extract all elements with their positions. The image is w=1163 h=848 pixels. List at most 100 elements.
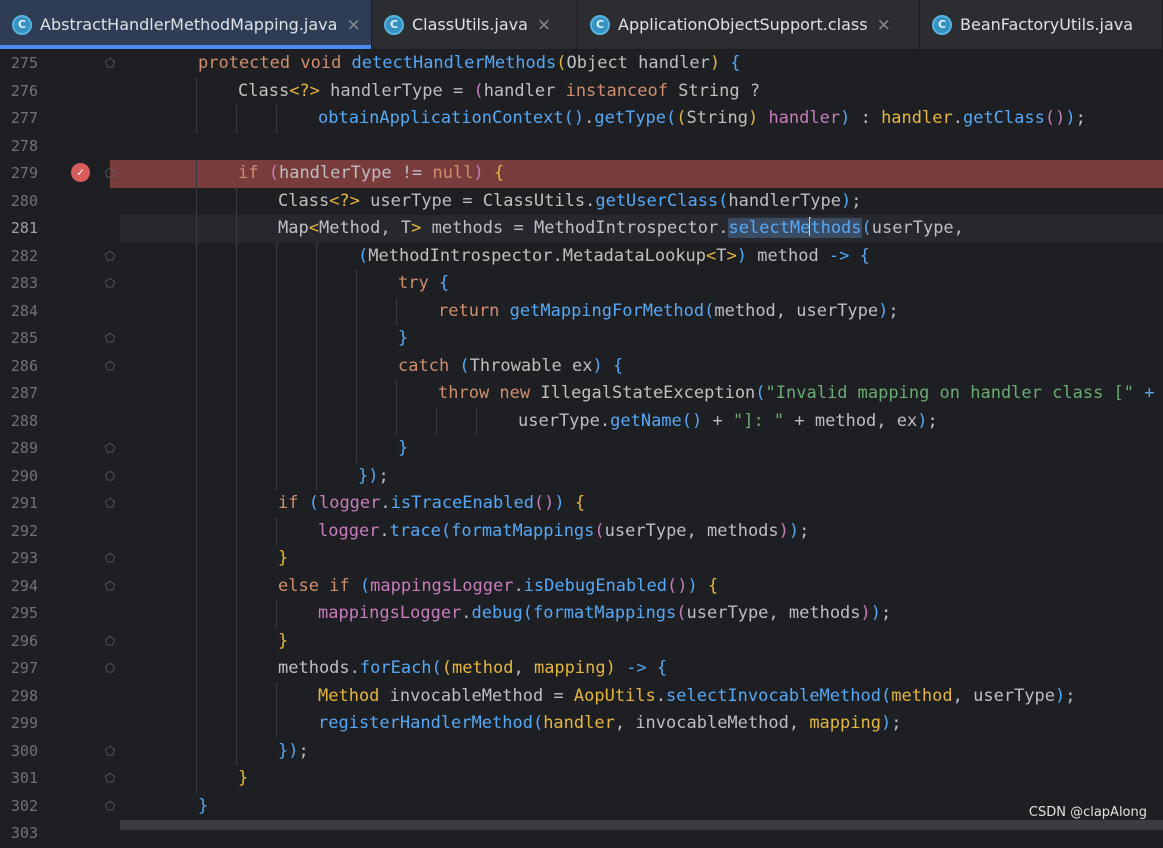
code-line-content[interactable]: } — [120, 627, 1163, 655]
gutter-cell[interactable]: 279 ✓ ⬠ — [0, 160, 120, 188]
horizontal-scrollbar[interactable] — [120, 820, 1163, 830]
gutter-cell[interactable]: 285 ⬠ — [0, 325, 120, 353]
code-line-content[interactable]: obtainApplicationContext().getType((Stri… — [120, 105, 1163, 133]
code-line[interactable]: 280 Class<?> userType = ClassUtils.getUse… — [0, 187, 1163, 216]
code-line[interactable]: 279 ✓ ⬠ if (handlerType != null) { — [0, 160, 1163, 188]
code-line-content[interactable]: throw new IllegalStateException("Invalid… — [120, 380, 1163, 408]
code-line-content[interactable]: protected void detectHandlerMethods(Obje… — [120, 50, 1163, 78]
code-line-content[interactable]: Class<?> handlerType = (handler instance… — [120, 77, 1163, 105]
fold-marker-icon[interactable]: ⬠ — [104, 551, 116, 565]
fold-marker-icon[interactable]: ⬠ — [104, 799, 116, 813]
close-icon[interactable]: × — [346, 15, 360, 35]
close-icon[interactable]: × — [537, 15, 551, 35]
code-line[interactable]: 298 Method invocableMethod = AopUtils.sel… — [0, 682, 1163, 711]
code-line[interactable]: 275 ⬠ protected void detectHandlerMethods(… — [0, 50, 1163, 78]
fold-marker-icon[interactable]: ⬠ — [104, 469, 116, 483]
code-line-content[interactable]: if (logger.isTraceEnabled()) { — [120, 490, 1163, 518]
code-line[interactable]: 282 ⬠ (MethodIntrospector.MetadataLookup<T… — [0, 242, 1163, 271]
code-line-content[interactable]: mappingsLogger.debug(formatMappings(user… — [120, 600, 1163, 628]
fold-marker-icon[interactable]: ⬠ — [104, 166, 116, 180]
code-line[interactable]: 289 ⬠} — [0, 435, 1163, 463]
code-line-content[interactable]: return getMappingForMethod(method, userT… — [120, 297, 1163, 325]
code-line[interactable]: 297 ⬠ methods.forEach((method, mapping) ->… — [0, 655, 1163, 683]
gutter-cell[interactable]: 281 — [0, 215, 120, 243]
gutter-cell[interactable]: 286 ⬠ — [0, 353, 120, 381]
code-editor[interactable]: 275 ⬠ protected void detectHandlerMethods(… — [0, 50, 1163, 842]
gutter-cell[interactable]: 299 — [0, 710, 120, 738]
code-line[interactable]: 301 ⬠} — [0, 765, 1163, 793]
gutter-cell[interactable]: 293 ⬠ — [0, 545, 120, 573]
code-line-content[interactable]: logger.trace(formatMappings(userType, me… — [120, 517, 1163, 545]
code-line[interactable]: 283 ⬠ try { — [0, 270, 1163, 298]
gutter-cell[interactable]: 289 ⬠ — [0, 435, 120, 463]
fold-marker-icon[interactable]: ⬠ — [104, 249, 116, 263]
fold-marker-icon[interactable]: ⬠ — [104, 744, 116, 758]
code-line-content[interactable]: if (handlerType != null) { — [120, 160, 1163, 188]
code-line-content[interactable]: methods.forEach((method, mapping) -> { — [120, 655, 1163, 683]
code-line[interactable]: 290 ⬠}); — [0, 462, 1163, 491]
gutter-cell[interactable]: 298 — [0, 683, 120, 711]
code-line-content[interactable]: } — [120, 793, 1163, 821]
code-line-content[interactable]: Method invocableMethod = AopUtils.select… — [120, 682, 1163, 710]
fold-marker-icon[interactable]: ⬠ — [104, 771, 116, 785]
gutter-cell[interactable]: 296 ⬠ — [0, 628, 120, 656]
gutter-cell[interactable]: 284 — [0, 298, 120, 326]
code-line[interactable]: 295 mappingsLogger.debug(formatMappings(u… — [0, 600, 1163, 628]
code-line-content[interactable]: } — [120, 545, 1163, 573]
gutter-cell[interactable]: 291 ⬠ — [0, 490, 120, 518]
code-line[interactable]: 288 userType.getName() + "]: " + method, … — [0, 407, 1163, 436]
gutter-cell[interactable]: 302 ⬠ — [0, 793, 120, 821]
code-line-content[interactable]: }); — [120, 737, 1163, 765]
code-line[interactable]: 284 return getMappingForMethod(method, us… — [0, 297, 1163, 326]
fold-marker-icon[interactable]: ⬠ — [104, 276, 116, 290]
fold-marker-icon[interactable]: ⬠ — [104, 359, 116, 373]
fold-marker-icon[interactable]: ⬠ — [104, 579, 116, 593]
tab-1[interactable]: C AbstractHandlerMethodMapping.java × — [0, 0, 372, 49]
code-line[interactable]: 299 registerHandlerMethod(handler, invoca… — [0, 710, 1163, 738]
code-line-content[interactable]: catch (Throwable ex) { — [120, 352, 1163, 380]
gutter-cell[interactable]: 301 ⬠ — [0, 765, 120, 793]
fold-marker-icon[interactable]: ⬠ — [104, 496, 116, 510]
code-line[interactable]: 294 ⬠ else if (mappingsLogger.isDebugEnabl… — [0, 572, 1163, 600]
code-line-content[interactable]: (MethodIntrospector.MetadataLookup<T>) m… — [120, 242, 1163, 270]
fold-marker-icon[interactable]: ⬠ — [104, 331, 116, 345]
code-line[interactable]: 278 — [0, 133, 1163, 161]
gutter-cell[interactable]: 278 — [0, 133, 120, 161]
fold-marker-icon[interactable]: ⬠ — [104, 661, 116, 675]
gutter-cell[interactable]: 288 — [0, 408, 120, 436]
gutter-cell[interactable]: 277 — [0, 105, 120, 133]
code-line-content[interactable]: } — [120, 435, 1163, 463]
code-line-content[interactable]: Class<?> userType = ClassUtils.getUserCl… — [120, 187, 1163, 215]
code-line-content[interactable]: } — [120, 765, 1163, 793]
fold-marker-icon[interactable]: ⬠ — [104, 56, 116, 70]
code-line[interactable]: 293 ⬠} — [0, 545, 1163, 573]
gutter-cell[interactable]: 297 ⬠ — [0, 655, 120, 683]
code-line[interactable]: 291 ⬠ if (logger.isTraceEnabled()) { — [0, 490, 1163, 518]
code-line-content[interactable]: try { — [120, 270, 1163, 298]
fold-marker-icon[interactable]: ⬠ — [104, 634, 116, 648]
gutter-cell[interactable]: 303 — [0, 820, 120, 848]
tab-2[interactable]: C ClassUtils.java × — [372, 0, 578, 49]
gutter-cell[interactable]: 282 ⬠ — [0, 243, 120, 271]
gutter-cell[interactable]: 292 — [0, 518, 120, 546]
gutter-cell[interactable]: 295 — [0, 600, 120, 628]
code-line[interactable]: 276 Class<?> handlerType = (handler insta… — [0, 77, 1163, 106]
gutter-cell[interactable]: 290 ⬠ — [0, 463, 120, 491]
fold-marker-icon[interactable]: ⬠ — [104, 441, 116, 455]
gutter-cell[interactable]: 280 — [0, 188, 120, 216]
gutter-cell[interactable]: 275 ⬠ — [0, 50, 120, 78]
code-line-content[interactable]: registerHandlerMethod(handler, invocable… — [120, 710, 1163, 738]
code-line-content[interactable]: }); — [120, 462, 1163, 490]
code-line[interactable]: 286 ⬠ catch (Throwable ex) { — [0, 352, 1163, 381]
code-line[interactable]: 287 throw new IllegalStateException("Inva… — [0, 380, 1163, 408]
code-line[interactable]: 285 ⬠} — [0, 325, 1163, 353]
code-line[interactable]: 281 Map<Method, T> methods = MethodIntros… — [0, 215, 1163, 243]
gutter-cell[interactable]: 276 — [0, 78, 120, 106]
code-line-content[interactable]: else if (mappingsLogger.isDebugEnabled()… — [120, 572, 1163, 600]
code-line-content[interactable]: Map<Method, T> methods = MethodIntrospec… — [120, 215, 1163, 243]
breakpoint-check-icon[interactable]: ✓ — [71, 163, 90, 182]
code-line[interactable]: 277 obtainApplicationContext().getType((S… — [0, 105, 1163, 133]
close-icon[interactable]: × — [877, 15, 891, 35]
tab-3[interactable]: C ApplicationObjectSupport.class × — [578, 0, 920, 49]
code-line[interactable]: 300 ⬠}); — [0, 737, 1163, 765]
